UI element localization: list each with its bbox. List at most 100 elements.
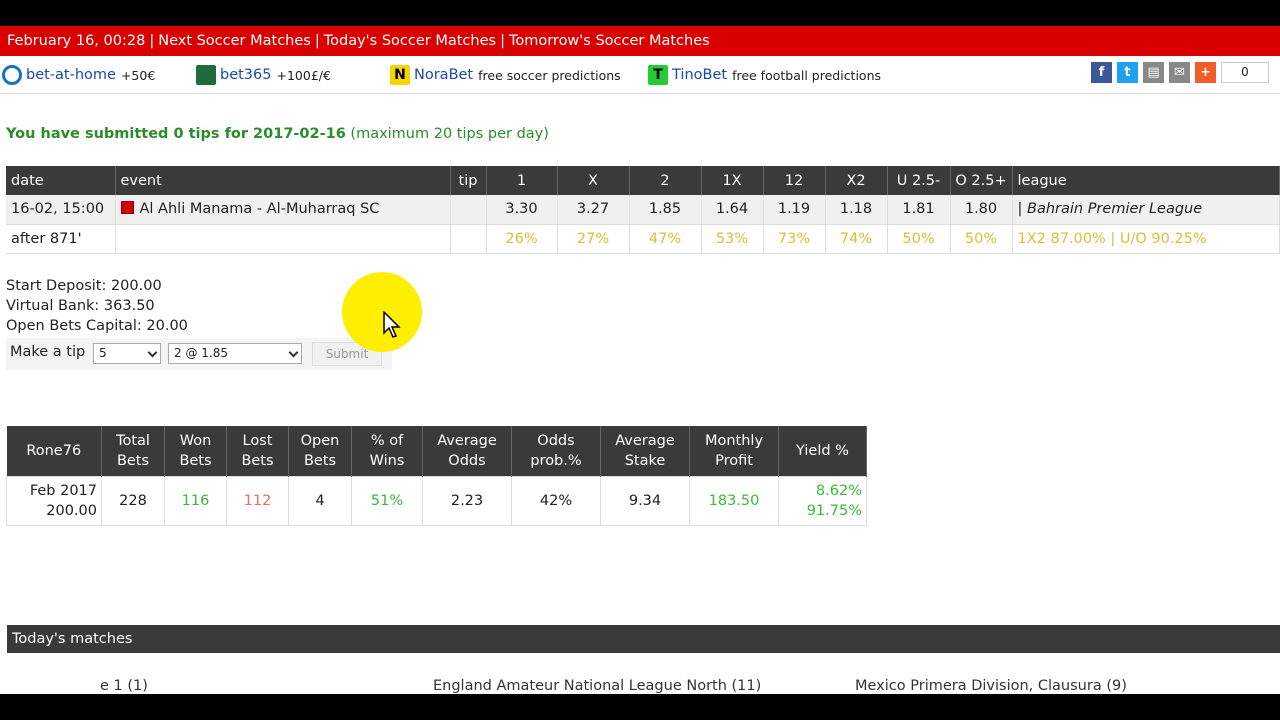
odds-12[interactable]: 1.19 (763, 195, 826, 225)
sponsor-bonus: +50€ (120, 67, 156, 83)
social-share-bar: f t ▤ ✉ + 0 (1086, 62, 1269, 83)
todays-soccer-matches-link[interactable]: Today's Soccer Matches (324, 33, 496, 49)
pct-x: 27% (557, 224, 630, 254)
table-row: Feb 2017 200.00 228 116 112 4 51% 2.23 42… (6, 476, 867, 526)
stats-avg-odds: 2.23 (422, 476, 512, 526)
sponsor-bet365[interactable]: bet365 +100£/€ (196, 65, 331, 85)
match-event-name[interactable]: Al Ahli Manama - Al-Muharraq SC (140, 201, 380, 217)
col-12: 12 (763, 166, 826, 195)
email-icon[interactable]: ✉ (1169, 62, 1190, 83)
todays-matches-header[interactable]: Today's matches (7, 625, 1280, 653)
prediction-accuracy: 1X2 87.00% | U/O 90.25% (1012, 224, 1280, 254)
league-link[interactable]: England Amateur National League North (1… (433, 678, 761, 694)
bank-summary: Start Deposit: 200.00 Virtual Bank: 363.… (6, 276, 188, 336)
stats-col-pct-wins: % of Wins (351, 426, 423, 477)
stats-open-bets: 4 (288, 476, 352, 526)
odds-2[interactable]: 1.85 (629, 195, 702, 225)
odds-over[interactable]: 1.80 (950, 195, 1013, 225)
pct-under: 50% (887, 224, 951, 254)
col-league: league (1012, 166, 1280, 195)
tinobet-logo-icon: T (648, 65, 668, 85)
league-link[interactable]: e 1 (1) (100, 678, 148, 694)
cursor-highlight (342, 272, 422, 352)
stats-won-bets: 116 (164, 476, 227, 526)
stats-col-avg-odds: Average Odds (422, 426, 512, 477)
sponsor-name[interactable]: bet-at-home (26, 67, 116, 83)
open-bets-capital: Open Bets Capital: 20.00 (6, 318, 188, 334)
sponsor-tagline: free football predictions (732, 67, 882, 83)
stats-col-yield: Yield % (778, 426, 867, 477)
sponsor-name[interactable]: bet365 (220, 67, 272, 83)
stats-col-avg-stake: Average Stake (600, 426, 690, 477)
odds-x[interactable]: 3.27 (557, 195, 630, 225)
stats-monthly-profit: 183.50 (689, 476, 779, 526)
share-count: 0 (1221, 62, 1269, 83)
pct-x2: 74% (825, 224, 888, 254)
league-link[interactable]: Mexico Primera Division, Clausura (9) (855, 678, 1127, 694)
tomorrows-soccer-matches-link[interactable]: Tomorrow's Soccer Matches (509, 33, 710, 49)
stats-total-bets: 228 (101, 476, 165, 526)
pct-1: 26% (486, 224, 558, 254)
match-odds-table: date event tip 1 X 2 1X 12 X2 U 2.5- O 2… (6, 166, 1280, 254)
stats-pct-wins: 51% (351, 476, 423, 526)
stats-col-user[interactable]: Rone76 (6, 426, 102, 477)
norabet-logo-icon: N (390, 65, 410, 85)
start-deposit: Start Deposit: 200.00 (6, 278, 162, 294)
match-tip (450, 195, 487, 225)
col-tip: tip (450, 166, 487, 195)
sponsor-tagline: free soccer predictions (478, 67, 621, 83)
col-over: O 2.5+ (950, 166, 1013, 195)
make-tip-label: Make a tip (10, 344, 86, 360)
odds-under[interactable]: 1.81 (887, 195, 951, 225)
match-event[interactable]: Al Ahli Manama - Al-Muharraq SC (115, 195, 451, 225)
tips-limit-text: (maximum 20 tips per day) (350, 126, 549, 142)
col-1: 1 (486, 166, 558, 195)
sponsor-name[interactable]: TinoBet (672, 67, 727, 83)
sponsor-bar: bet-at-home +50€ bet365 +100£/€ N NoraBe… (0, 56, 1280, 94)
sponsor-tinobet[interactable]: T TinoBet free football predictions (648, 65, 881, 85)
stake-value: 5 (99, 346, 107, 360)
top-navigation-bar: February 16, 00:28 | Next Soccer Matches | T… (0, 26, 1280, 56)
tips-count-text: You have submitted 0 tips for 2017-02-16 (6, 126, 346, 142)
col-1x: 1X (701, 166, 764, 195)
sponsor-norabet[interactable]: N NoraBet free soccer predictions (390, 65, 621, 85)
odds-1[interactable]: 3.30 (486, 195, 558, 225)
pct-12: 73% (763, 224, 826, 254)
bet-at-home-logo-icon (2, 65, 22, 85)
stats-avg-stake: 9.34 (600, 476, 690, 526)
match-league[interactable]: | Bahrain Premier League (1012, 195, 1280, 225)
stats-odds-prob: 42% (511, 476, 601, 526)
stats-lost-bets: 112 (226, 476, 289, 526)
tips-submitted-message: You have submitted 0 tips for 2017-02-16… (6, 126, 549, 142)
odds-1x[interactable]: 1.64 (701, 195, 764, 225)
match-event-empty (115, 224, 451, 254)
col-under: U 2.5- (887, 166, 951, 195)
stats-col-total-bets: Total Bets (101, 426, 165, 477)
odds-x2[interactable]: 1.18 (825, 195, 888, 225)
table-row[interactable]: 16-02, 15:00 Al Ahli Manama - Al-Muharra… (6, 195, 1280, 225)
pct-over: 50% (950, 224, 1013, 254)
next-soccer-matches-link[interactable]: Next Soccer Matches (158, 33, 311, 49)
chevron-down-icon (147, 347, 158, 358)
col-x2: X2 (825, 166, 888, 195)
twitter-icon[interactable]: t (1117, 62, 1138, 83)
virtual-bank: Virtual Bank: 363.50 (6, 298, 155, 314)
col-x: X (557, 166, 630, 195)
print-icon[interactable]: ▤ (1143, 62, 1164, 83)
stats-yield: 8.62% 91.75% (778, 476, 867, 526)
stats-col-lost-bets: Lost Bets (226, 426, 289, 477)
user-stats-table: Rone76 Total Bets Won Bets Lost Bets Open Be… (6, 426, 867, 526)
stake-select[interactable]: 5 (93, 343, 161, 364)
bet365-logo-icon (196, 65, 216, 85)
sponsor-name[interactable]: NoraBet (414, 67, 473, 83)
pct-2: 47% (629, 224, 702, 254)
sponsor-bet-at-home[interactable]: bet-at-home +50€ (2, 65, 155, 85)
plus-icon[interactable]: + (1195, 62, 1216, 83)
col-date: date (6, 166, 116, 195)
pick-value: 2 @ 1.85 (174, 346, 228, 360)
facebook-icon[interactable]: f (1091, 62, 1112, 83)
pick-select[interactable]: 2 @ 1.85 (168, 343, 302, 364)
stats-period: Feb 2017 200.00 (6, 476, 102, 526)
col-event: event (115, 166, 451, 195)
match-date: 16-02, 15:00 (6, 195, 116, 225)
